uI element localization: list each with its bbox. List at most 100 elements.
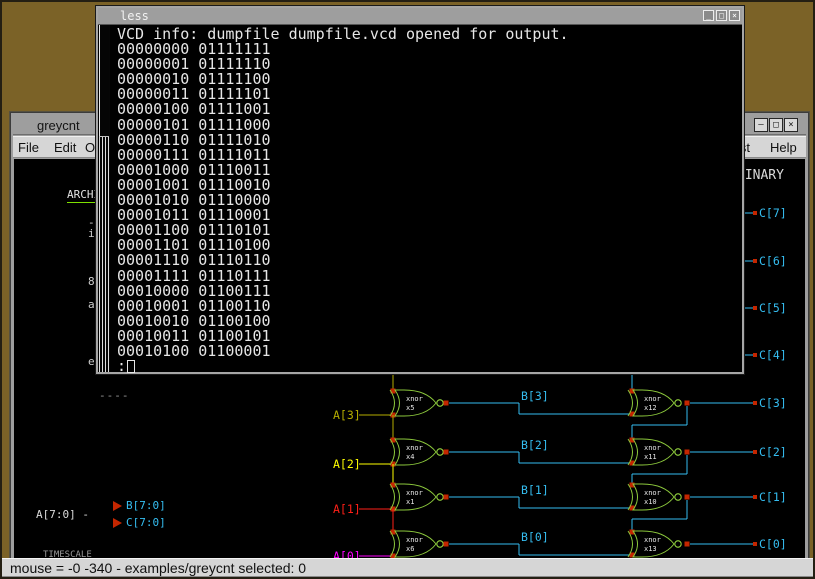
net-label-C[7][interactable]: C[7]	[759, 206, 787, 220]
scrollbar-thumb[interactable]	[99, 137, 109, 372]
gate-body	[633, 484, 674, 510]
xnor-gate-x13[interactable]: xnorx13	[628, 531, 681, 557]
desktop: greycnt – □ × File Edit Op ist Help ARCH…	[0, 0, 815, 579]
pin-marker[interactable]	[753, 401, 757, 405]
junction-marker[interactable]	[444, 542, 449, 547]
gate-type-label: xnor	[644, 444, 661, 452]
pin-marker[interactable]	[753, 542, 757, 546]
xnor-gate-x10[interactable]: xnorx10	[628, 484, 681, 510]
menu-file[interactable]: File	[18, 140, 39, 155]
net-label-C[4][interactable]: C[4]	[759, 348, 787, 362]
close-icon: ×	[730, 11, 739, 20]
greycnt-window-title: greycnt	[37, 118, 80, 133]
xnor-gate-x5[interactable]: xnorx5	[390, 390, 443, 416]
greycnt-close-button[interactable]: ×	[784, 118, 798, 132]
junction-marker[interactable]	[685, 450, 690, 455]
menu-edit[interactable]: Edit	[54, 140, 76, 155]
output-bubble-icon	[675, 400, 681, 406]
net-label-C[5][interactable]: C[5]	[759, 301, 787, 315]
gate-body	[633, 531, 674, 557]
gate-instance-label: x4	[406, 453, 414, 461]
net-label-C[0][interactable]: C[0]	[759, 537, 787, 551]
gate-instance-label: x10	[644, 498, 657, 506]
pin-marker[interactable]	[753, 211, 757, 215]
gate-type-label: xnor	[644, 536, 661, 544]
scrollbar-trough[interactable]	[99, 25, 109, 137]
terminal-window-title: less	[120, 9, 149, 23]
junction-marker[interactable]	[685, 495, 690, 500]
net-label-B[3][interactable]: B[3]	[521, 389, 549, 403]
less-terminal-window: less _ □ × VCD info: dumpfile dumpfile.v…	[96, 6, 744, 374]
gate-instance-label: x6	[406, 545, 414, 553]
terminal-prompt: :	[117, 359, 742, 374]
junction-marker[interactable]	[685, 401, 690, 406]
pin-marker[interactable]	[753, 495, 757, 499]
gate-type-label: xnor	[406, 489, 423, 497]
gate-body	[395, 439, 436, 465]
gate-instance-label: x11	[644, 453, 657, 461]
net-label-A[1][interactable]: A[1]	[333, 502, 361, 516]
output-bubble-icon	[437, 541, 443, 547]
terminal-maximize-button[interactable]: □	[716, 10, 727, 21]
net-label-C[2][interactable]: C[2]	[759, 445, 787, 459]
terminal-minimize-button[interactable]: _	[703, 10, 714, 21]
gate-body	[633, 390, 674, 416]
junction-marker[interactable]	[685, 542, 690, 547]
terminal-titlebar[interactable]: less _ □ ×	[98, 8, 742, 24]
gate-type-label: xnor	[406, 395, 423, 403]
gate-instance-label: x12	[644, 404, 657, 412]
pin-marker[interactable]	[753, 353, 757, 357]
net-label-C[6][interactable]: C[6]	[759, 254, 787, 268]
terminal-line: 00010100 01100001	[117, 344, 742, 359]
close-icon: ×	[785, 119, 797, 131]
status-bar: mouse = -0 -340 - examples/greycnt selec…	[2, 558, 813, 577]
xnor-gate-x11[interactable]: xnorx11	[628, 439, 681, 465]
net-label-B[0][interactable]: B[0]	[521, 530, 549, 544]
greycnt-maximize-button[interactable]: □	[769, 118, 783, 132]
maximize-icon: □	[717, 11, 726, 20]
output-bubble-icon	[675, 449, 681, 455]
junction-marker[interactable]	[444, 495, 449, 500]
gate-instance-label: x1	[406, 498, 414, 506]
gate-body	[395, 484, 436, 510]
net-label-C[3][interactable]: C[3]	[759, 396, 787, 410]
pin-marker[interactable]	[753, 306, 757, 310]
gate-body	[395, 531, 436, 557]
xnor-gate-x12[interactable]: xnorx12	[628, 390, 681, 416]
status-text: mouse = -0 -340 - examples/greycnt selec…	[10, 560, 306, 576]
gate-type-label: xnor	[644, 489, 661, 497]
output-bubble-icon	[437, 449, 443, 455]
gate-body	[395, 390, 436, 416]
gate-instance-label: x5	[406, 404, 414, 412]
terminal-cursor	[127, 360, 135, 373]
net-label-A[3][interactable]: A[3]	[333, 408, 361, 422]
xnor-back-arc	[390, 531, 395, 557]
output-bubble-icon	[437, 400, 443, 406]
net-label-B[2][interactable]: B[2]	[521, 438, 549, 452]
terminal-close-button[interactable]: ×	[729, 10, 740, 21]
terminal-scrollbar[interactable]	[98, 25, 110, 372]
terminal-body: VCD info: dumpfile dumpfile.vcd opened f…	[98, 24, 742, 372]
net-label-B[1][interactable]: B[1]	[521, 483, 549, 497]
gate-instance-label: x13	[644, 545, 657, 553]
net-label-C[1][interactable]: C[1]	[759, 490, 787, 504]
xnor-back-arc	[390, 390, 395, 416]
net-label-A[2][interactable]: A[2]	[333, 457, 361, 471]
xnor-back-arc	[390, 484, 395, 510]
minimize-icon: –	[755, 119, 767, 131]
junction-marker[interactable]	[444, 401, 449, 406]
xnor-gate-x6[interactable]: xnorx6	[390, 531, 443, 557]
output-bubble-icon	[675, 541, 681, 547]
maximize-icon: □	[770, 119, 782, 131]
gate-body	[633, 439, 674, 465]
junction-marker[interactable]	[444, 450, 449, 455]
gate-type-label: xnor	[406, 444, 423, 452]
gate-type-label: xnor	[644, 395, 661, 403]
output-bubble-icon	[675, 494, 681, 500]
xnor-gate-x4[interactable]: xnorx4	[390, 439, 443, 465]
menu-help[interactable]: Help	[770, 140, 797, 155]
xnor-gate-x1[interactable]: xnorx1	[390, 484, 443, 510]
greycnt-minimize-button[interactable]: –	[754, 118, 768, 132]
pin-marker[interactable]	[753, 450, 757, 454]
pin-marker[interactable]	[753, 259, 757, 263]
